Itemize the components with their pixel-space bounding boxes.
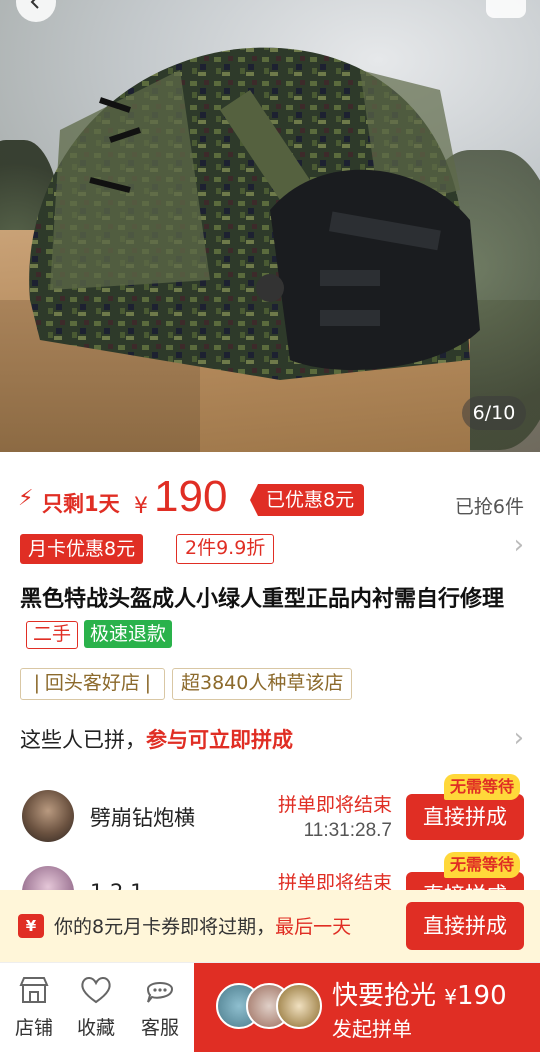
share-button[interactable]	[486, 0, 526, 18]
avatar	[276, 983, 322, 1029]
buy-button-main: 快要抢光 ¥190	[332, 981, 507, 1011]
lightning-icon: ⚡	[18, 486, 34, 511]
nav-shop-label: 店铺	[14, 1017, 53, 1039]
join-group-button[interactable]: 直接拼成	[406, 794, 524, 840]
product-title-text: 黑色特战头盔成人小绿人重型正品内衬需自行修理	[20, 587, 505, 612]
shop-tag-repeat-customer: ❘回头客好店❘	[20, 668, 165, 700]
shop-tag-followers: 超3840人种草该店	[172, 668, 353, 700]
group-row: 劈崩钻炮横 拼单即将结束 11:31:28.7 直接拼成 无需等待	[0, 774, 540, 860]
nav-favorite-label: 收藏	[76, 1017, 115, 1039]
coupon-expiry-bar: ¥ 你的8元月卡券即将过期，最后一天 直接拼成	[0, 890, 540, 962]
store-icon	[19, 977, 49, 1003]
price-row: ⚡ 只剩1天 ¥ 190 已优惠8元 已抢6件	[18, 472, 528, 524]
currency-symbol: ¥	[134, 494, 148, 519]
buy-button-sub: 发起拼单	[332, 1017, 412, 1041]
avatar	[22, 790, 74, 842]
countdown-label: 只剩1天	[42, 492, 120, 516]
discount-badge: 已优惠8元	[250, 484, 365, 516]
start-group-buy-button[interactable]: 快要抢光 ¥190 发起拼单	[194, 963, 540, 1052]
chat-icon	[146, 982, 174, 1003]
promo-tag-monthly-card: 月卡优惠8元	[20, 534, 144, 564]
helmet-illustration	[29, 47, 480, 380]
shop-tags-row: ❘回头客好店❘ 超3840人种草该店	[20, 668, 530, 702]
group-countdown: 11:31:28.7	[303, 820, 392, 841]
chevron-right-icon: ›	[513, 530, 524, 560]
product-title: 黑色特战头盔成人小绿人重型正品内衬需自行修理二手 极速退款	[20, 582, 520, 654]
nav-shop[interactable]: 店铺	[4, 975, 64, 1040]
condition-badge: 二手	[26, 621, 79, 649]
heart-icon	[81, 977, 111, 1004]
coupon-icon: ¥	[18, 914, 44, 938]
group-status: 拼单即将结束	[277, 794, 392, 816]
product-image[interactable]: 6/10	[0, 0, 540, 452]
promo-tag-bundle: 2件9.9折	[176, 534, 275, 564]
coupon-message: 你的8元月卡券即将过期，最后一天	[54, 916, 352, 938]
chevron-left-icon	[30, 0, 39, 9]
chevron-right-icon: ›	[513, 723, 524, 753]
refund-badge: 极速退款	[84, 620, 173, 648]
group-leader-name: 劈崩钻炮横	[90, 806, 195, 830]
group-header-text: 这些人已拼，	[20, 728, 146, 752]
no-wait-badge: 无需等待	[443, 852, 520, 878]
nav-service[interactable]: 客服	[130, 975, 190, 1040]
no-wait-badge: 无需等待	[443, 774, 520, 800]
nav-service-label: 客服	[140, 1017, 179, 1039]
bottom-action-bar: 店铺 收藏 客服 快要抢光 ¥190 发起拼单	[0, 962, 540, 1052]
group-buy-header[interactable]: 这些人已拼，参与可立即拼成 ›	[20, 722, 530, 758]
group-header-highlight: 参与可立即拼成	[146, 728, 293, 752]
coupon-join-button[interactable]: 直接拼成	[406, 902, 524, 950]
image-counter: 6/10	[462, 396, 526, 430]
nav-favorite[interactable]: 收藏	[66, 975, 126, 1040]
price-amount: 190	[154, 472, 228, 521]
sold-count: 已抢6件	[454, 496, 524, 518]
promo-tags-row[interactable]: 月卡优惠8元 2件9.9折 ›	[20, 530, 530, 566]
